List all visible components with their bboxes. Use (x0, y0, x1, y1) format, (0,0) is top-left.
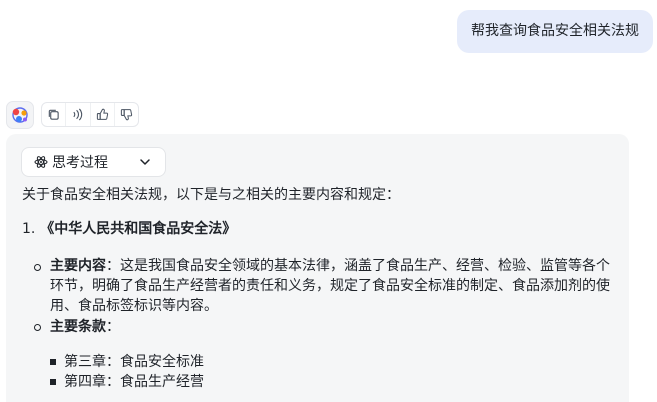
thinking-process-label: 思考过程 (52, 155, 108, 171)
content-key: 主要内容 (50, 258, 106, 274)
content-separator: ： (106, 258, 120, 274)
message-action-toolbar (41, 102, 139, 127)
answer-intro: 关于食品安全相关法规，以下是与之相关的主要内容和规定： (22, 187, 400, 203)
dislike-button[interactable] (115, 103, 138, 126)
bullet-square (50, 359, 56, 365)
law-heading: 1. 《中华人民共和国食品安全法》 (22, 219, 236, 239)
chat-page: 帮我查询食品安全相关法规 思考过程 关于食品安全相关法规，以下是与之相关的主要内… (0, 0, 657, 402)
clauses-heading: 主要条款： (50, 317, 120, 337)
content-text: 这是我国食品安全领域的基本法律，涵盖了食品生产、经营、检验、监管等各个环节，明确… (50, 258, 610, 314)
thumbs-up-icon (96, 108, 108, 120)
read-aloud-button[interactable] (66, 103, 91, 126)
user-message-text: 帮我查询食品安全相关法规 (471, 23, 639, 39)
law-title: 《中华人民共和国食品安全法》 (40, 221, 237, 237)
thinking-process-toggle[interactable]: 思考过程 (21, 147, 166, 177)
chevron-down-icon (140, 159, 150, 165)
user-message-bubble: 帮我查询食品安全相关法规 (457, 10, 653, 53)
clauses-key: 主要条款 (50, 319, 106, 335)
law-content-paragraph: 主要内容：这是我国食品安全领域的基本法律，涵盖了食品生产、经营、检验、监管等各个… (50, 256, 615, 316)
atom-icon (34, 156, 48, 168)
like-button[interactable] (91, 103, 115, 126)
clauses-separator: ： (106, 319, 120, 335)
clause-item: 第四章：食品生产经营 (64, 374, 204, 390)
bullet-square (50, 379, 56, 385)
law-number: 1. (22, 221, 36, 237)
speaker-icon (73, 108, 83, 121)
thumbs-down-icon (120, 109, 132, 121)
clause-item: 第三章：食品安全标准 (64, 354, 204, 370)
bullet-circle (34, 324, 41, 331)
copy-icon (48, 109, 59, 120)
copy-button[interactable] (42, 103, 67, 126)
bullet-circle (34, 264, 41, 271)
assistant-logo-icon (12, 107, 28, 123)
assistant-avatar (6, 101, 34, 129)
